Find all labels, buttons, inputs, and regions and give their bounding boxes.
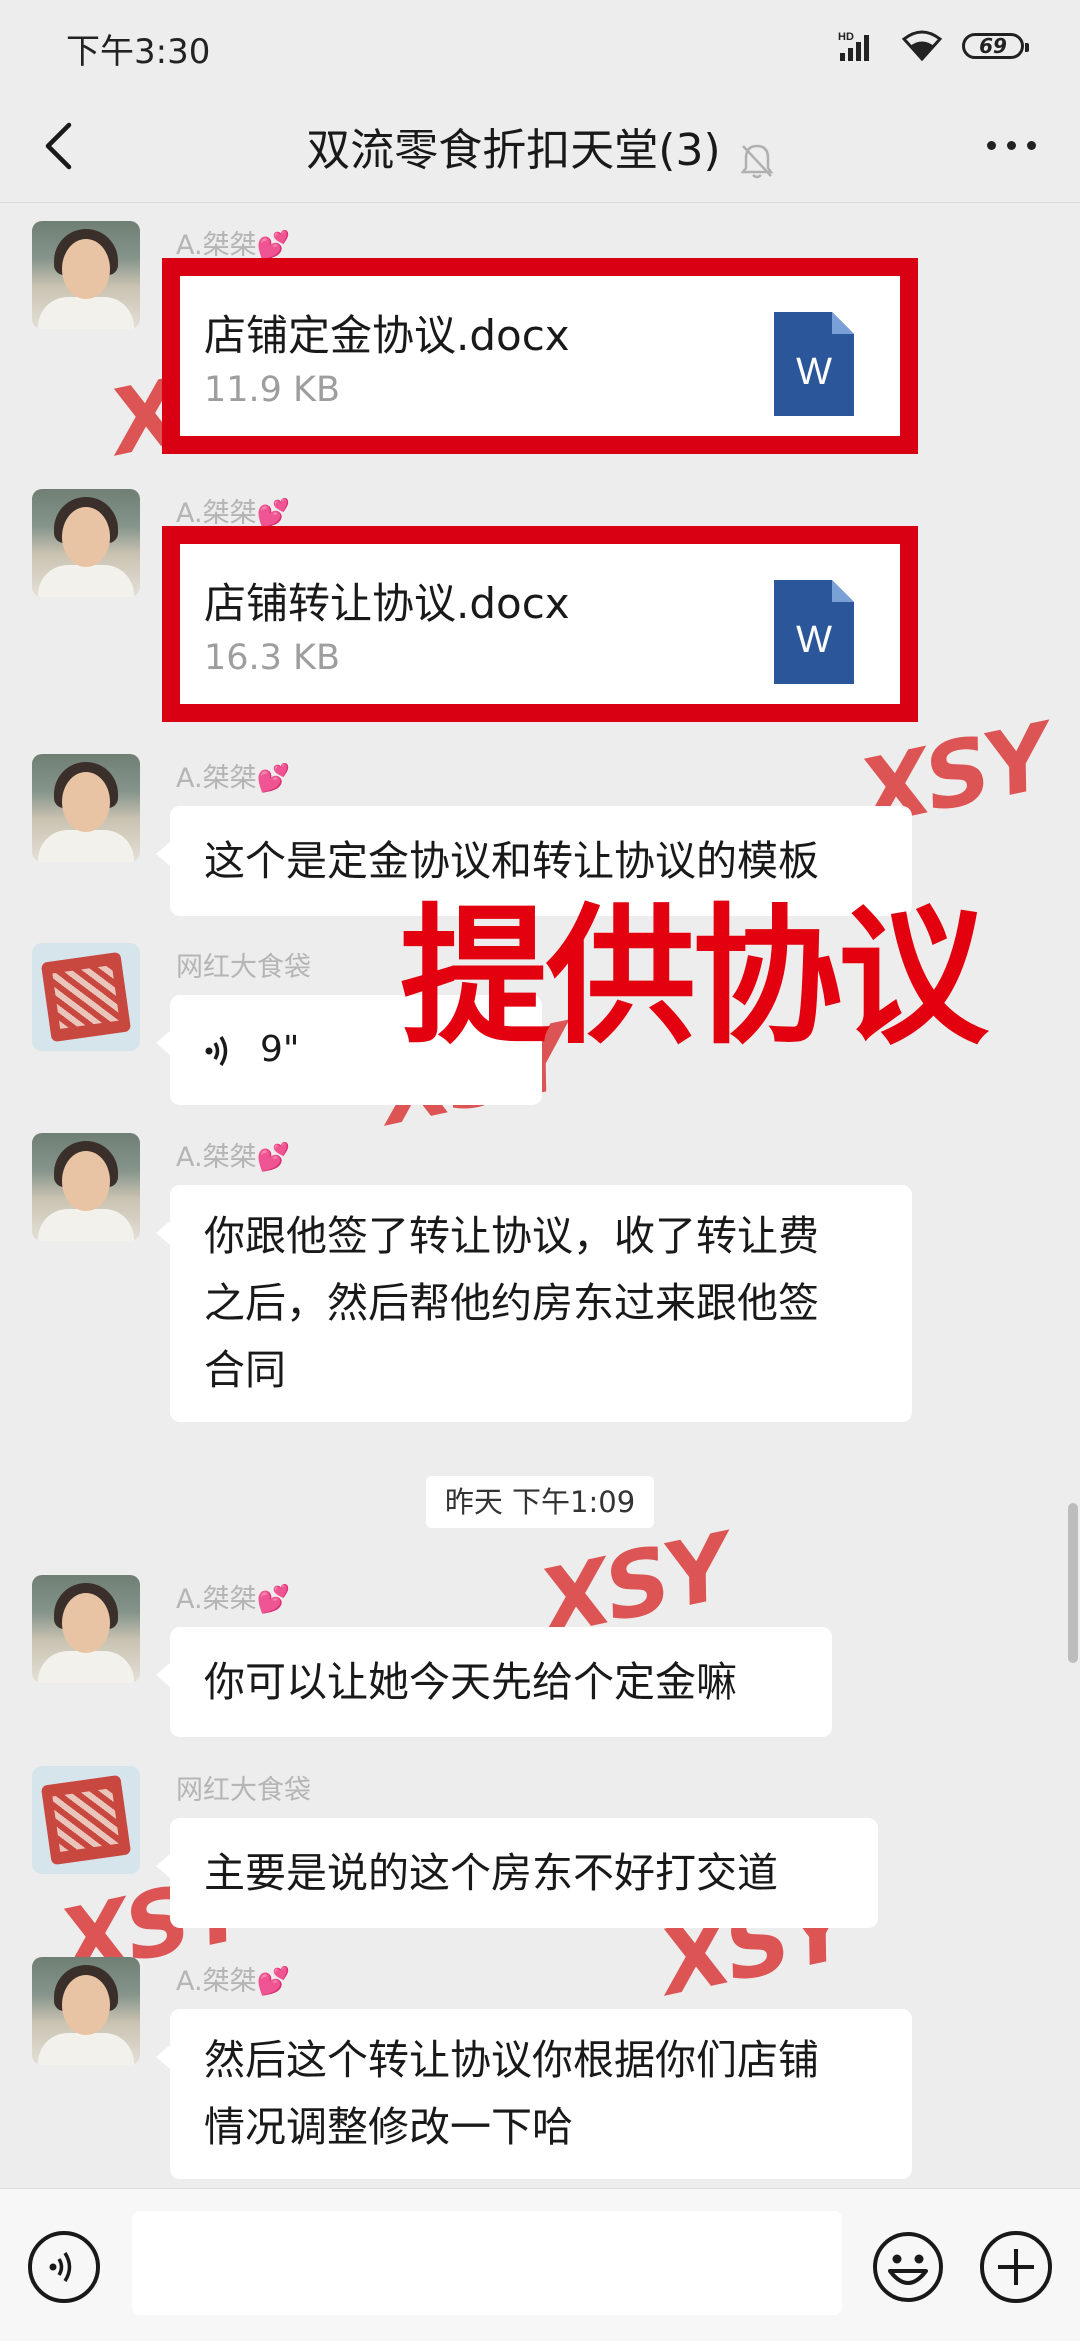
avatar-face: [62, 1151, 110, 1211]
sender-name: A.桀桀💕: [176, 1966, 291, 1997]
sender-name: A.桀桀💕: [176, 1584, 291, 1615]
avatar-cloth: [38, 1209, 134, 1241]
word-doc-icon: W: [774, 580, 854, 684]
avatar-cloth: [38, 565, 134, 597]
message-input[interactable]: [132, 2211, 842, 2315]
message-line: 情况调整修改一下哈: [204, 2103, 573, 2151]
status-time: 下午3:30: [66, 32, 211, 72]
avatar-cloth: [38, 1651, 134, 1683]
avatar-face: [62, 1975, 110, 2035]
emoji-icon: [873, 2232, 943, 2302]
message-line: 然后这个转让协议你根据你们店铺: [204, 2036, 819, 2084]
timestamp: 昨天 下午1:09: [426, 1476, 654, 1528]
file-size: 16.3 KB: [204, 638, 341, 678]
avatar[interactable]: [32, 754, 140, 862]
message-bubble[interactable]: 主要是说的这个房东不好打交道: [156, 1818, 878, 1928]
status-icons: HD 69: [838, 26, 1029, 66]
emoji-button[interactable]: [872, 2231, 944, 2303]
avatar-face: [62, 239, 110, 299]
sender-name: A.桀桀💕: [176, 763, 291, 794]
avatar-gift-box: [40, 1774, 132, 1866]
avatar[interactable]: [32, 489, 140, 597]
file-attachment[interactable]: 店铺转让协议.docx 16.3 KB W: [162, 526, 918, 722]
voice-icon: [49, 2252, 72, 2282]
voice-duration: 9": [260, 1029, 300, 1070]
avatar[interactable]: [32, 1766, 140, 1874]
file-attachment[interactable]: 店铺定金协议.docx 11.9 KB W: [162, 258, 918, 454]
overlay-caption: 提供协议: [400, 891, 988, 1065]
sender-name: 网红大食袋: [176, 952, 311, 983]
file-size: 11.9 KB: [204, 370, 341, 410]
input-bar: [0, 2188, 1080, 2341]
title-wrap: 双流零食折扣天堂(3): [0, 114, 1080, 180]
voice-input-button[interactable]: [28, 2231, 100, 2303]
message-bubble[interactable]: 你可以让她今天先给个定金嘛: [156, 1627, 832, 1737]
more-button[interactable]: [976, 120, 1046, 170]
more-dot: [986, 140, 996, 150]
avatar[interactable]: [32, 221, 140, 329]
avatar-cloth: [38, 830, 134, 862]
chat-title: 双流零食折扣天堂(3): [306, 125, 721, 176]
plus-button[interactable]: [980, 2231, 1052, 2303]
voice-wave-icon: [205, 1036, 228, 1066]
chat-header: 双流零食折扣天堂(3): [0, 90, 1080, 203]
scrollbar[interactable]: [1068, 1503, 1078, 1663]
avatar-gift-box: [40, 951, 132, 1043]
message-bubble[interactable]: 你跟他签了转让协议，收了转让费 之后，然后帮他约房东过来跟他签 合同: [156, 1185, 912, 1422]
wifi-icon: [901, 30, 943, 62]
chat-area[interactable]: XSY XSY XSY XSY XSY XSY A.桀桀💕 店铺定金协议.doc…: [0, 203, 1080, 2188]
avatar[interactable]: [32, 1957, 140, 2065]
avatar-face: [62, 507, 110, 567]
file-name: 店铺转让协议.docx: [204, 579, 570, 628]
message-bubble[interactable]: 然后这个转让协议你根据你们店铺 情况调整修改一下哈: [156, 2009, 912, 2179]
message-line: 合同: [204, 1346, 286, 1394]
avatar-face: [62, 1593, 110, 1653]
avatar[interactable]: [32, 943, 140, 1051]
battery-level: 69: [979, 34, 1007, 58]
svg-text:W: W: [796, 351, 832, 393]
avatar-face: [62, 772, 110, 832]
sender-name: 网红大食袋: [176, 1775, 311, 1806]
battery-icon: 69: [962, 33, 1029, 59]
bell-off-icon: [740, 144, 774, 178]
avatar[interactable]: [32, 1133, 140, 1241]
svg-text:HD: HD: [838, 31, 854, 43]
more-dot: [1026, 140, 1036, 150]
sender-name: A.桀桀💕: [176, 230, 291, 261]
avatar[interactable]: [32, 1575, 140, 1683]
word-doc-icon: W: [774, 312, 854, 416]
file-name: 店铺定金协议.docx: [204, 311, 570, 360]
avatar-cloth: [38, 297, 134, 329]
sender-name: A.桀桀💕: [176, 498, 291, 529]
more-dot: [1006, 140, 1016, 150]
status-bar: 下午3:30 HD 69: [0, 0, 1080, 90]
svg-text:W: W: [796, 619, 832, 661]
avatar-cloth: [38, 2033, 134, 2065]
message-line: 你跟他签了转让协议，收了转让费: [204, 1212, 819, 1260]
signal-icon: HD: [838, 31, 869, 61]
sender-name: A.桀桀💕: [176, 1142, 291, 1173]
message-line: 之后，然后帮他约房东过来跟他签: [204, 1279, 819, 1327]
